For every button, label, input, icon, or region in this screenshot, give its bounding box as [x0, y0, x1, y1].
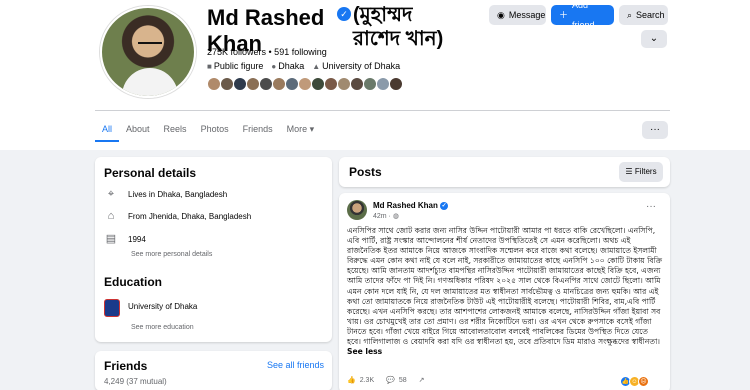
profile-stats[interactable]: 275K followers • 591 following	[207, 47, 327, 57]
friends-card: Friends See all friends 4,249 (37 mutual…	[95, 351, 332, 390]
post-options-button[interactable]: ···	[646, 201, 656, 212]
tab-all[interactable]: All	[95, 118, 120, 142]
detail-from-label: From Jhenida, Dhaka, Bangladesh	[128, 211, 252, 221]
profile-meta: ■ Public figure ● Dhaka ▲ University of Dha…	[207, 61, 400, 71]
message-button[interactable]: ◉ Message	[489, 5, 546, 25]
tab-friends[interactable]: Friends	[236, 118, 280, 142]
personal-details-title: Personal details	[104, 166, 197, 180]
reaction-icons[interactable]: 👍 ☺ ☹	[620, 376, 649, 387]
meta-item-location: ● Dhaka	[271, 61, 304, 71]
filters-button-label: Filters	[634, 167, 657, 176]
filters-icon: ☰	[625, 167, 635, 176]
detail-lives-label: Lives in Dhaka, Bangladesh	[128, 189, 228, 199]
meta-location-label: Dhaka	[278, 61, 305, 71]
mutual-friend-avatar[interactable]	[220, 77, 234, 91]
mutual-friend-avatar[interactable]	[324, 77, 338, 91]
add-friend-button-label: Add friend	[572, 0, 595, 30]
graduation-cap-icon: ▲	[312, 62, 321, 71]
birthday-cake-icon: ▤	[105, 233, 117, 245]
mutual-friend-avatar[interactable]	[233, 77, 247, 91]
detail-lives: ⌖ Lives in Dhaka, Bangladesh	[104, 187, 227, 201]
comment-count[interactable]: 58	[399, 377, 407, 384]
profile-tabs: All About Reels Photos Friends More ▾	[95, 118, 321, 142]
mutual-friend-avatar[interactable]	[311, 77, 325, 91]
meta-item-category: ■ Public figure	[207, 61, 263, 71]
mutual-friend-avatar[interactable]	[272, 77, 286, 91]
mutual-friend-avatar[interactable]	[285, 77, 299, 91]
search-button[interactable]: ⌕ Search	[619, 5, 668, 25]
tab-reels[interactable]: Reels	[157, 118, 194, 142]
education-title: Education	[104, 275, 163, 289]
friends-title: Friends	[104, 359, 148, 373]
mutual-friend-avatar[interactable]	[259, 77, 273, 91]
profile-avatar[interactable]	[100, 6, 196, 98]
detail-birth-year-label: 1994	[128, 234, 146, 244]
see-all-friends-link[interactable]: See all friends	[267, 360, 324, 370]
posts-title: Posts	[349, 165, 382, 179]
posts-header-card: Posts ☰ Filters	[339, 157, 670, 187]
tab-photos[interactable]: Photos	[194, 118, 236, 142]
chevron-down-icon[interactable]: ⌄	[641, 30, 667, 48]
verified-badge-icon: ✓	[440, 201, 449, 210]
angry-reaction-icon: ☹	[638, 376, 649, 387]
post-author-name[interactable]: Md Rashed Khan ✓	[373, 201, 449, 210]
post-body-text: এনসিপির সাথে জোট করার জন্য নাসির উদ্দিন …	[347, 226, 663, 347]
mutual-friends-avatars[interactable]	[207, 77, 403, 91]
like-count[interactable]: 2.3K	[360, 377, 374, 384]
profile-alt-name: (মুহাম্মদ রাশেদ খান)	[353, 4, 444, 50]
mutual-friend-avatar[interactable]	[350, 77, 364, 91]
detail-education: University of Dhaka	[104, 299, 197, 317]
header-divider	[95, 110, 670, 111]
university-logo-icon	[104, 299, 120, 317]
post-author-avatar[interactable]	[347, 200, 367, 220]
reactions-bar: 👍 2.3K 💬 58 ↗	[347, 376, 425, 385]
like-icon[interactable]: 👍	[347, 376, 356, 384]
see-less-link[interactable]: See less	[347, 347, 382, 356]
mutual-friend-avatar[interactable]	[389, 77, 403, 91]
filters-button[interactable]: ☰ Filters	[619, 162, 663, 182]
message-button-label: Message	[508, 10, 546, 20]
detail-from: ⌂ From Jhenida, Dhaka, Bangladesh	[104, 209, 252, 223]
mutual-friend-avatar[interactable]	[207, 77, 221, 91]
personal-details-card: Personal details ⌖ Lives in Dhaka, Bangl…	[95, 157, 332, 342]
post-card: Md Rashed Khan ✓ 42m · ◍ ··· এনসিপির সাথ…	[339, 193, 670, 390]
detail-birth-year: ▤ 1994	[104, 232, 146, 246]
tab-about[interactable]: About	[119, 118, 157, 142]
search-button-label: Search	[636, 10, 665, 20]
add-friend-button[interactable]: ＋ Add friend	[551, 0, 614, 30]
friends-count: 4,249 (37 mutual)	[104, 377, 167, 386]
messenger-icon: ◉	[497, 10, 505, 20]
add-person-icon: ＋	[559, 10, 569, 20]
location-pin-icon: ●	[271, 62, 277, 71]
globe-icon: ◍	[392, 213, 399, 220]
mutual-friend-avatar[interactable]	[298, 77, 312, 91]
post-meta: 42m · ◍	[373, 212, 399, 220]
meta-category-label: Public figure	[213, 61, 264, 71]
detail-education-label[interactable]: University of Dhaka	[128, 302, 197, 311]
avatar-glasses	[138, 42, 162, 48]
mutual-friend-avatar[interactable]	[246, 77, 260, 91]
tab-more[interactable]: More ▾	[280, 118, 322, 142]
mutual-friend-avatar[interactable]	[376, 77, 390, 91]
verified-badge-icon: ✓	[337, 7, 351, 21]
comment-icon[interactable]: 💬	[386, 376, 395, 384]
briefcase-icon: ■	[207, 62, 212, 71]
home-icon: ⌂	[107, 210, 115, 222]
see-more-education-link[interactable]: See more education	[131, 324, 194, 331]
meta-education-label: University of Dhaka	[322, 61, 401, 71]
post-time[interactable]: 42m ·	[373, 213, 391, 220]
location-pin-icon: ⌖	[107, 188, 115, 200]
share-icon[interactable]: ↗	[419, 376, 425, 384]
post-author-label: Md Rashed Khan	[373, 201, 438, 210]
post-body: এনসিপির সাথে জোট করার জন্য নাসির উদ্দিন …	[347, 226, 663, 357]
mutual-friend-avatar[interactable]	[363, 77, 377, 91]
avatar-shirt	[122, 68, 178, 96]
profile-header: Md Rashed Khan ✓ (মুহাম্মদ রাশেদ খান) 27…	[0, 0, 750, 150]
meta-item-education: ▲ University of Dhaka	[312, 61, 400, 71]
mutual-friend-avatar[interactable]	[337, 77, 351, 91]
more-options-button[interactable]: ···	[642, 121, 668, 139]
see-more-personal-link[interactable]: See more personal details	[131, 251, 212, 258]
search-icon: ⌕	[627, 10, 633, 20]
